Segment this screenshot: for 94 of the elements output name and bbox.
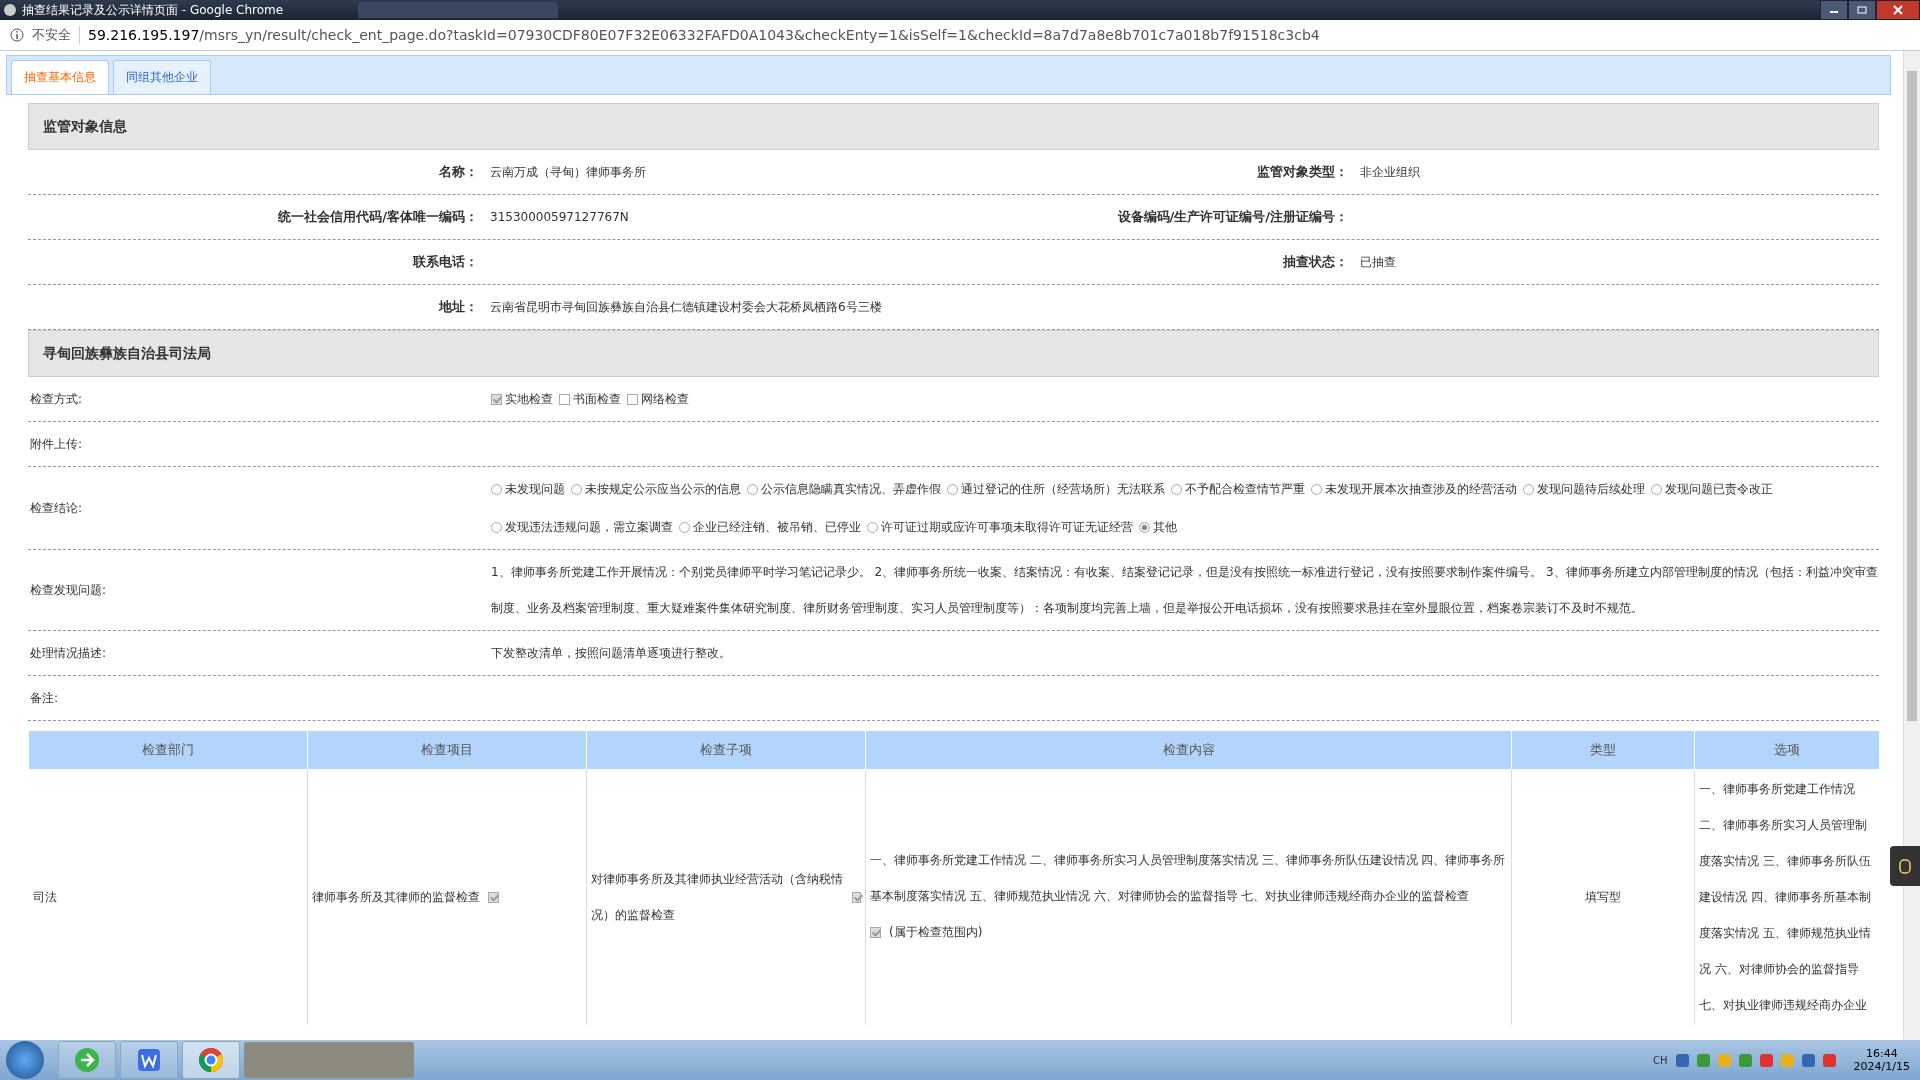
- table-cell-text: 二、律师事务所实习人员管理制度落实情况 三、律师事务所队伍建设情况 四、律师事务所基本制度落实情况 五、律师规范执业情况 六、对律师协会的监督指导: [1699, 817, 1872, 978]
- field-value: 31530000597127767N: [489, 210, 630, 224]
- column-header: 检查部门: [28, 731, 308, 769]
- radio-button[interactable]: [1139, 521, 1150, 533]
- taskbar-app-icon[interactable]: [58, 1041, 116, 1079]
- field-value: 云南万成（寻甸）律师事务所: [489, 163, 647, 181]
- field-label: 统一社会信用代码/客体唯一编码：: [277, 208, 479, 226]
- option-label: 公示信息隐瞒真实情况、弄虚作假: [761, 481, 941, 498]
- option-label: 未发现开展本次抽查涉及的经营活动: [1325, 481, 1517, 498]
- url-field[interactable]: 59.216.195.197/msrs_yn/result/check_ent_page.do?taskId=07930CDF80E07F32E06332FAFD0A1043&checkEnty=1&isSelf=1&checkId=8a7d7a8e8b701c7a018b7f91518c3cb4: [88, 27, 1320, 43]
- minimize-button[interactable]: [1820, 0, 1848, 20]
- checkbox[interactable]: [559, 393, 570, 405]
- column-header: 类型: [1511, 731, 1695, 769]
- radio-button[interactable]: [1171, 483, 1182, 495]
- clock-date: 2024/1/15: [1853, 1060, 1910, 1073]
- field-label: 地址：: [437, 298, 479, 316]
- option-label: 网络检查: [641, 390, 689, 408]
- column-header: 检查项目: [307, 731, 587, 769]
- checkbox[interactable]: [491, 393, 502, 405]
- table-cell-text: 一、律师事务所党建工作情况 二、律师事务所实习人员管理制度落实情况 三、律师事务所队伍建设情况 四、律师事务所基本制度落实情况 五、律师规范执业情况 六、对律师协会的监督指导 七、对执业律师违规经商办企业的监督检查: [870, 852, 1507, 906]
- clock-time: 16:44: [1865, 1047, 1898, 1060]
- security-label: 不安全: [32, 26, 80, 44]
- field-value: 云南省昆明市寻甸回族彝族自治县仁德镇建设村委会大花桥凤栖路6号三楼: [489, 298, 883, 316]
- scrollbar[interactable]: [1903, 51, 1920, 1040]
- field-label: 监管对象类型：: [1256, 163, 1349, 181]
- side-widget-icon[interactable]: [1890, 846, 1920, 886]
- option-label: 企业已经注销、被吊销、已停业: [693, 519, 861, 536]
- field-label: 备注:: [29, 689, 60, 707]
- field-label: 名称：: [438, 163, 479, 181]
- option-label: 不予配合检查情节严重: [1185, 481, 1305, 498]
- handling-text: 下发整改清单，按照问题清单逐项进行整改。: [491, 644, 731, 662]
- language-indicator[interactable]: CH: [1653, 1054, 1668, 1066]
- tab[interactable]: 同组其他企业: [113, 60, 211, 94]
- start-button[interactable]: [6, 1041, 44, 1079]
- radio-button[interactable]: [491, 521, 502, 533]
- browser-icon: [4, 4, 16, 16]
- radio-button[interactable]: [1311, 483, 1322, 495]
- table-cell-text: 对律师事务所及其律师执业经营活动（含纳税情况）的监督检查: [591, 871, 844, 924]
- table-cell-text: 七、对执业律师违规经商办企业: [1699, 997, 1868, 1014]
- taskbar-app-icon[interactable]: [120, 1041, 178, 1079]
- radio-button[interactable]: [1651, 483, 1662, 495]
- radio-button[interactable]: [679, 521, 690, 533]
- table-cell-text: 一、律师事务所党建工作情况: [1699, 781, 1856, 798]
- table-cell-text: 律师事务所及其律师的监督检查: [312, 889, 480, 906]
- field-label: 设备编码/生产许可证编号/注册证编号：: [1116, 208, 1349, 226]
- radio-button[interactable]: [947, 483, 958, 495]
- checkbox[interactable]: [870, 926, 881, 938]
- radio-button[interactable]: [747, 483, 758, 495]
- option-label: 未发现问题: [505, 481, 565, 498]
- option-label: 发现问题待后续处理: [1537, 481, 1645, 498]
- checkbox[interactable]: [627, 393, 638, 405]
- field-value: 已抽查: [1359, 253, 1397, 271]
- maximize-button[interactable]: [1848, 0, 1876, 20]
- option-label: 其他: [1153, 519, 1177, 536]
- close-icon: [1893, 5, 1903, 15]
- section-header: 寻甸回族彝族自治县司法局: [28, 330, 1879, 377]
- maximize-icon: [1857, 6, 1867, 14]
- option-label: 发现违法违规问题，需立案调查: [505, 519, 673, 536]
- field-label: 处理情况描述:: [29, 644, 108, 662]
- section-header: 监管对象信息: [28, 103, 1879, 150]
- column-header: 选项: [1694, 731, 1879, 769]
- option-label: 书面检查: [573, 390, 621, 408]
- field-label: 检查结论:: [29, 499, 84, 517]
- tray-icon[interactable]: [1738, 1053, 1752, 1067]
- field-label: 附件上传:: [29, 435, 84, 453]
- table-cell: 司法: [28, 769, 308, 1025]
- table-cell: 填写型: [1511, 769, 1695, 1025]
- field-label: 检查方式:: [29, 390, 84, 408]
- radio-button[interactable]: [867, 521, 878, 533]
- option-label: 通过登记的住所（经营场所）无法联系: [961, 481, 1165, 498]
- tray-icon[interactable]: [1759, 1053, 1773, 1067]
- option-label: 许可证过期或应许可事项未取得许可证无证经营: [881, 519, 1133, 536]
- findings-text: 1、律师事务所党建工作开展情况：个别党员律师平时学习笔记记录少。 2、律师事务所统一收案、结案情况：有收案、结案登记记录，但是没有按照统一标准进行登记，没有按照要求制作案件编号。 3、律师事务所建立内部管理制度的情况（包括：利益冲突审查制度、业务及档案管理制度、重大疑难案件集体研究制度、律所财务管理制度、实习人员管理制度等）：各项制度均完善上墙，但是举报公开电话损坏，没有按照要求悬挂在室外显眼位置，档案卷宗装订不及时不规范。: [491, 564, 1879, 617]
- option-label: 实地检查: [505, 390, 553, 408]
- radio-button[interactable]: [571, 483, 582, 495]
- option-label: 发现问题已责令改正: [1665, 481, 1773, 498]
- column-header: 检查内容: [865, 731, 1512, 769]
- radio-button[interactable]: [491, 483, 502, 495]
- column-header: 检查子项: [586, 731, 866, 769]
- checkbox[interactable]: [852, 891, 861, 903]
- tray-icon[interactable]: [1801, 1053, 1815, 1067]
- checkbox-label: (属于检查范围内): [889, 924, 983, 942]
- window-title: 抽查结果记录及公示详情页面 - Google Chrome: [22, 1, 285, 19]
- close-button[interactable]: [1876, 0, 1920, 20]
- field-label: 抽查状态：: [1282, 253, 1349, 271]
- field-value: 非企业组织: [1359, 163, 1421, 181]
- option-label: 未按规定公示应当公示的信息: [585, 481, 741, 498]
- field-label: 联系电话：: [412, 253, 479, 271]
- field-label: 检查发现问题:: [29, 581, 108, 599]
- checkbox[interactable]: [488, 891, 499, 903]
- radio-button[interactable]: [1523, 483, 1534, 495]
- info-icon[interactable]: [10, 28, 24, 42]
- tray-icon[interactable]: [1696, 1053, 1710, 1067]
- taskbar-app-icon[interactable]: [182, 1041, 240, 1079]
